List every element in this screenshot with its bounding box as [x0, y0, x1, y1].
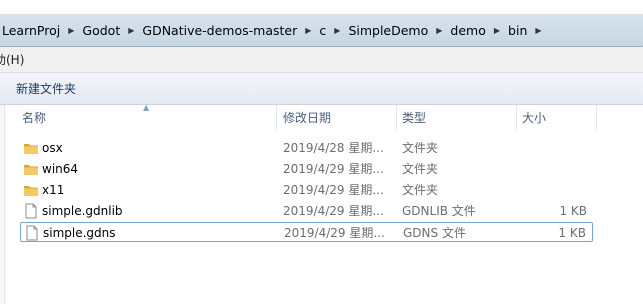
file-date: 2019/4/29 星期...	[283, 162, 384, 176]
column-date-label: 修改日期	[283, 111, 332, 125]
column-type-label: 类型	[402, 111, 427, 125]
breadcrumb: LearnProj ▶ Godot ▶ GDNative-demos-master ▶…	[0, 20, 633, 40]
column-size[interactable]: 大小	[516, 105, 597, 131]
file-list: ▲ 名称 修改日期 类型 大小 osx 2019/4/28 星期... 文件夹 …	[0, 103, 643, 304]
file-name: simple.gdns	[43, 226, 116, 240]
chevron-right-icon[interactable]: ▶	[124, 26, 140, 35]
breadcrumb-item[interactable]: LearnProj	[0, 23, 64, 38]
folder-icon	[24, 165, 38, 175]
file-size: 1 KB	[559, 204, 587, 218]
breadcrumb-item[interactable]: bin	[506, 23, 531, 38]
chevron-right-icon[interactable]: ▶	[490, 26, 506, 35]
breadcrumb-item[interactable]: demo	[448, 23, 489, 38]
chevron-right-icon[interactable]: ▶	[432, 26, 448, 35]
folder-icon	[24, 144, 38, 154]
column-header: ▲ 名称 修改日期 类型 大小	[0, 103, 643, 131]
chevron-right-icon[interactable]: ▶	[531, 26, 547, 35]
menu-help[interactable]: 助(H)	[0, 51, 28, 68]
breadcrumb-item[interactable]: GDNative-demos-master	[140, 23, 301, 38]
list-item[interactable]: x11 2019/4/29 星期... 文件夹	[20, 180, 593, 200]
toolbar: 新建文件夹	[0, 73, 643, 105]
file-name: win64	[42, 162, 79, 176]
file-type: GDNS 文件	[403, 226, 466, 240]
file-date: 2019/4/29 星期...	[283, 183, 384, 197]
file-name: osx	[42, 141, 63, 155]
list-item[interactable]: simple.gdns 2019/4/29 星期... GDNS 文件 1 KB	[20, 222, 593, 242]
breadcrumb-item[interactable]: SimpleDemo	[346, 23, 432, 38]
file-type: 文件夹	[402, 141, 439, 155]
breadcrumb-item[interactable]: c	[317, 23, 330, 38]
folder-icon	[24, 186, 38, 196]
list-item[interactable]: simple.gdnlib 2019/4/29 星期... GDNLIB 文件 …	[20, 201, 593, 221]
list-item[interactable]: osx 2019/4/28 星期... 文件夹	[20, 138, 593, 158]
file-type: 文件夹	[402, 183, 439, 197]
file-name: simple.gdnlib	[42, 204, 123, 218]
column-type[interactable]: 类型	[396, 105, 517, 131]
chevron-right-icon[interactable]: ▶	[301, 26, 317, 35]
column-size-label: 大小	[522, 111, 547, 125]
file-type: GDNLIB 文件	[402, 204, 476, 218]
file-date: 2019/4/29 星期...	[283, 204, 384, 218]
column-date[interactable]: 修改日期	[276, 105, 397, 131]
chevron-right-icon[interactable]: ▶	[330, 26, 346, 35]
file-date: 2019/4/29 星期...	[284, 226, 385, 240]
file-type: 文件夹	[402, 162, 439, 176]
menu-bar: 助(H)	[0, 47, 643, 73]
column-name-label: 名称	[22, 111, 47, 125]
breadcrumb-item[interactable]: Godot	[80, 23, 124, 38]
file-name: x11	[42, 183, 65, 197]
file-icon	[26, 225, 38, 241]
file-date: 2019/4/28 星期...	[283, 141, 384, 155]
new-folder-button[interactable]: 新建文件夹	[14, 77, 78, 100]
file-size: 1 KB	[558, 226, 586, 240]
chevron-right-icon[interactable]: ▶	[64, 26, 80, 35]
file-icon	[25, 203, 37, 219]
address-bar[interactable]: LearnProj ▶ Godot ▶ GDNative-demos-master ▶…	[0, 14, 643, 47]
column-name[interactable]: 名称	[20, 105, 277, 131]
list-item[interactable]: win64 2019/4/29 星期... 文件夹	[20, 159, 593, 179]
